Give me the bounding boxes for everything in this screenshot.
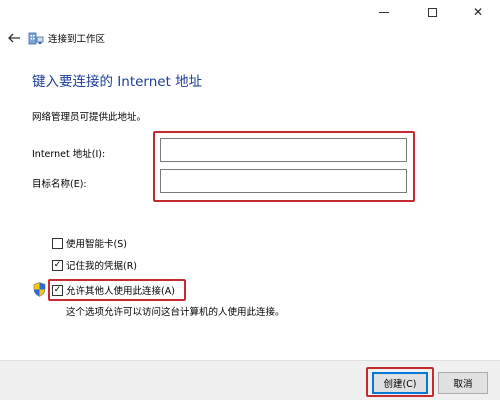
checkbox-box[interactable]: ✓: [52, 259, 63, 271]
remember-credentials-checkbox[interactable]: ✓ 记住我的凭据(R): [52, 258, 137, 272]
create-button[interactable]: 创建(C): [372, 372, 428, 394]
close-icon: ✕: [472, 5, 484, 19]
checkmark-icon: ✓: [53, 259, 62, 270]
description-text: 网络管理员可提供此地址。: [32, 112, 147, 123]
minimize-button[interactable]: [362, 0, 406, 24]
window-title: 连接到工作区: [48, 34, 106, 45]
allow-others-note: 这个选项允许可以访问这台计算机的人使用此连接。: [66, 307, 285, 318]
internet-address-input[interactable]: [160, 138, 407, 162]
uac-shield-icon: [33, 282, 46, 297]
minimize-icon: [379, 11, 389, 13]
back-arrow-icon[interactable]: [6, 30, 22, 46]
cancel-button[interactable]: 取消: [438, 372, 488, 394]
destination-name-label: 目标名称(E):: [32, 179, 87, 190]
internet-address-label: Internet 地址(I):: [32, 149, 106, 160]
page-heading: 键入要连接的 Internet 地址: [32, 74, 203, 90]
remember-credentials-label: 记住我的凭据(R): [66, 261, 138, 272]
maximize-icon: [427, 7, 437, 17]
checkbox-box[interactable]: ✓: [52, 284, 63, 296]
use-smart-card-label: 使用智能卡(S): [66, 239, 127, 250]
close-button[interactable]: ✕: [456, 0, 500, 24]
use-smart-card-checkbox[interactable]: 使用智能卡(S): [52, 236, 127, 250]
checkbox-box[interactable]: [52, 237, 63, 249]
destination-name-input[interactable]: [160, 169, 407, 193]
allow-others-checkbox[interactable]: ✓ 允许其他人使用此连接(A): [52, 283, 175, 297]
allow-others-label: 允许其他人使用此连接(A): [66, 286, 175, 297]
checkmark-icon: ✓: [53, 284, 62, 295]
maximize-button[interactable]: [410, 0, 454, 24]
network-workplace-icon: [28, 32, 44, 45]
